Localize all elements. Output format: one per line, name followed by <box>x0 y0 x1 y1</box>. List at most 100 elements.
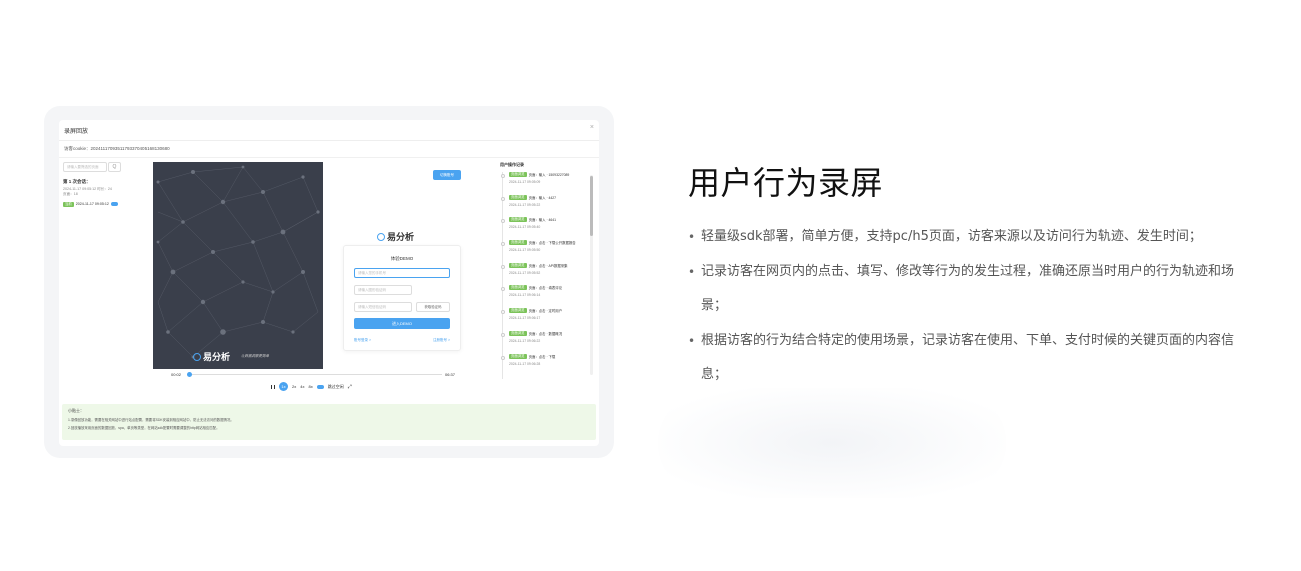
record-text: 页面：输入 · 15093227089 <box>528 173 570 177</box>
pause-icon[interactable] <box>271 384 275 389</box>
cloud-icon <box>110 202 118 206</box>
record-row: 页面浏览 页面：输入 · 15093227089 <box>509 172 591 177</box>
timeline-dot <box>500 196 505 201</box>
feature-bullet: 记录访客在网页内的点击、填写、修改等行为的发生过程，准确还原当时用户的行为轨迹和… <box>688 255 1248 324</box>
record-tag: 页面浏览 <box>509 285 527 291</box>
feature-bullet: 轻量级sdk部署，简单方便，支持pc/h5页面，访客来源以及访问行为轨迹、发生时… <box>688 220 1248 255</box>
login-title: 体验DEMO <box>390 256 414 261</box>
timeline-dot <box>500 332 505 337</box>
sms-input[interactable]: 请输入短信验证码 <box>354 302 412 312</box>
record-text: 页面：输入 · 4641 <box>528 218 557 223</box>
record-item[interactable]: 页面浏览 页面：输入 · 4427 2024-11-17 09:05:22 <box>499 194 591 218</box>
phone-input[interactable]: 请输入您的手机号 <box>354 268 450 278</box>
record-time: 2024-11-17 09:06:28 <box>509 361 541 366</box>
login-card: 体验DEMO 请输入您的手机号 请输入图形验证码 请输入短信验证码 获取验证码 … <box>343 245 461 351</box>
record-text: 页面：点击 · 数据概况 <box>528 331 563 336</box>
progress-handle[interactable] <box>187 372 192 377</box>
timeline-dot <box>500 219 505 224</box>
account-login-link[interactable]: 账号登录 > <box>354 338 371 343</box>
record-item[interactable]: 页面浏览 页面：点击 · 定时用户 2024-11-17 09:06:17 <box>499 308 591 331</box>
record-item[interactable]: 页面浏览 页面：点击 · 下载公开数据报告 2024-11-17 09:05:50 <box>499 240 591 263</box>
record-text: 页面：点击 · 填表评论 <box>528 286 563 291</box>
record-tag: 页面浏览 <box>509 353 527 359</box>
tips-box: 小贴士： 1.录像回放功能，需要在相关网站中进行站点配置，需要将SDK安装到相应… <box>62 404 596 440</box>
current-badge: 当前 <box>63 201 74 207</box>
screenshot-frame: 录屏回放 × 访客cookie：202411170935117933704051… <box>44 106 614 458</box>
session-meta-line: 页面：18 <box>63 192 78 196</box>
logo-mark-icon <box>377 232 385 241</box>
brand-slogan: 让数据洞察更简单 <box>241 354 269 358</box>
replay-viewport[interactable]: 易分析 让数据洞察更简单 <box>153 162 323 369</box>
logo-mark-icon <box>193 352 201 361</box>
record-tag: 页面浏览 <box>509 172 527 177</box>
session-item[interactable]: 当前 2024-11-17 09:05:12 <box>63 201 118 207</box>
feature-title: 用户行为录屏 <box>688 164 884 202</box>
speed-8x[interactable]: 8x <box>308 384 312 389</box>
record-text: 页面：点击 · 下载公开数据报告 <box>528 241 576 246</box>
records-list: 页面浏览 页面：输入 · 15093227089 2024-11-17 09:05:… <box>499 172 591 376</box>
replay-modal: 录屏回放 × 访客cookie：202411170935117933704051… <box>59 120 599 446</box>
record-row: 页面浏览 页面：点击 · 下载 <box>509 353 591 359</box>
switch-account-button[interactable]: 切换账号 <box>433 170 461 180</box>
record-item[interactable]: 页面浏览 页面：点击 · 数据概况 2024-11-17 09:06:22 <box>499 330 591 354</box>
page-search-input[interactable]: 请输入要筛选的页面 <box>63 162 107 172</box>
timeline-dot <box>500 287 505 292</box>
record-item[interactable]: 页面浏览 页面：点击 · 填表评论 2024-11-17 09:06:14 <box>499 285 591 308</box>
speed-1x[interactable]: 1x <box>279 382 288 391</box>
record-row: 页面浏览 页面：点击 · API数据采集 <box>509 262 591 268</box>
skip-idle-toggle[interactable] <box>316 384 324 389</box>
total-time: 06:37 <box>445 372 456 377</box>
timeline-dot <box>500 355 505 360</box>
tips-line: 1.录像回放功能，需要在相关网站中进行站点配置，需要将SDK安装到相应网站中，防… <box>68 418 234 422</box>
record-row: 页面浏览 页面：输入 · 4641 <box>509 217 591 223</box>
network-background <box>156 165 320 359</box>
record-tag: 页面浏览 <box>509 217 527 223</box>
record-tag: 页面浏览 <box>509 308 527 314</box>
skip-idle-label: 跳过空闲 <box>327 383 344 389</box>
session-meta: 2024-11-17 09:05:12 时长：24 页面：18 <box>63 187 112 197</box>
timeline-dot <box>500 242 505 247</box>
get-code-button[interactable]: 获取验证码 <box>416 302 450 312</box>
search-icon[interactable]: Q <box>108 162 121 172</box>
record-text: 页面：点击 · 下载 <box>528 354 556 359</box>
session-heading: 第 1 次会话： <box>63 179 91 184</box>
timeline-dot <box>500 310 505 315</box>
divider <box>59 157 599 158</box>
visitor-cookie: 访客cookie：2024111709351179337040516813068… <box>64 146 170 151</box>
records-scrollbar-thumb[interactable] <box>590 176 593 236</box>
register-link[interactable]: 注册账号 > <box>433 338 450 343</box>
record-item[interactable]: 页面浏览 页面：输入 · 4641 2024-11-17 09:05:40 <box>499 217 591 240</box>
feature-list: 轻量级sdk部署，简单方便，支持pc/h5页面，访客来源以及访问行为轨迹、发生时… <box>688 220 1248 393</box>
captcha-input[interactable]: 请输入图形验证码 <box>354 285 412 295</box>
record-item[interactable]: 页面浏览 页面：点击 · API数据采集 2024-11-17 09:05:52 <box>499 262 591 286</box>
feature-bullet: 根据访客的行为结合特定的使用场景，记录访客在使用、下单、支付时候的关键页面的内容… <box>688 324 1248 393</box>
modal-title: 录屏回放 <box>64 129 89 135</box>
record-tag: 页面浏览 <box>509 194 527 200</box>
record-item[interactable]: 页面浏览 页面：点击 · 下载 2024-11-17 09:06:28 <box>499 353 591 377</box>
brand-logo: 易分析 <box>193 350 230 363</box>
session-item-time: 2024-11-17 09:05:12 <box>75 202 109 206</box>
record-item[interactable]: 页面浏览 页面：输入 · 15093227089 2024-11-17 09:05:… <box>499 172 591 195</box>
tips-line: 2.回放播放采用页面的数据回放，spa、单页等类型，在网站sdk配置时需要调整的… <box>68 426 220 430</box>
record-text: 页面：点击 · API数据采集 <box>528 263 568 268</box>
playback-controls: 1x 2x 4x 8x 跳过空闲 ⤢ <box>271 382 352 391</box>
record-time: 2024-11-17 09:05:40 <box>509 225 541 230</box>
record-tag: 页面浏览 <box>509 240 527 246</box>
fullscreen-icon[interactable]: ⤢ <box>348 384 352 390</box>
login-logo-text: 易分析 <box>387 232 415 242</box>
close-icon[interactable]: × <box>590 124 594 131</box>
divider <box>59 140 599 141</box>
speed-4x[interactable]: 4x <box>300 384 304 389</box>
record-row: 页面浏览 页面：点击 · 定时用户 <box>509 308 591 314</box>
timeline-dot <box>500 174 505 178</box>
speed-2x[interactable]: 2x <box>292 384 296 389</box>
record-row: 页面浏览 页面：输入 · 4427 <box>509 194 591 200</box>
decorative-blob <box>658 388 1006 498</box>
timeline-dot <box>500 264 505 269</box>
record-row: 页面浏览 页面：点击 · 填表评论 <box>509 285 591 291</box>
progress-track[interactable] <box>187 374 442 375</box>
record-time: 2024-11-17 09:05:52 <box>509 270 541 275</box>
record-row: 页面浏览 页面：点击 · 数据概况 <box>509 330 591 336</box>
enter-demo-button[interactable]: 进入DEMO <box>354 318 450 329</box>
brand-name: 易分析 <box>203 352 231 362</box>
